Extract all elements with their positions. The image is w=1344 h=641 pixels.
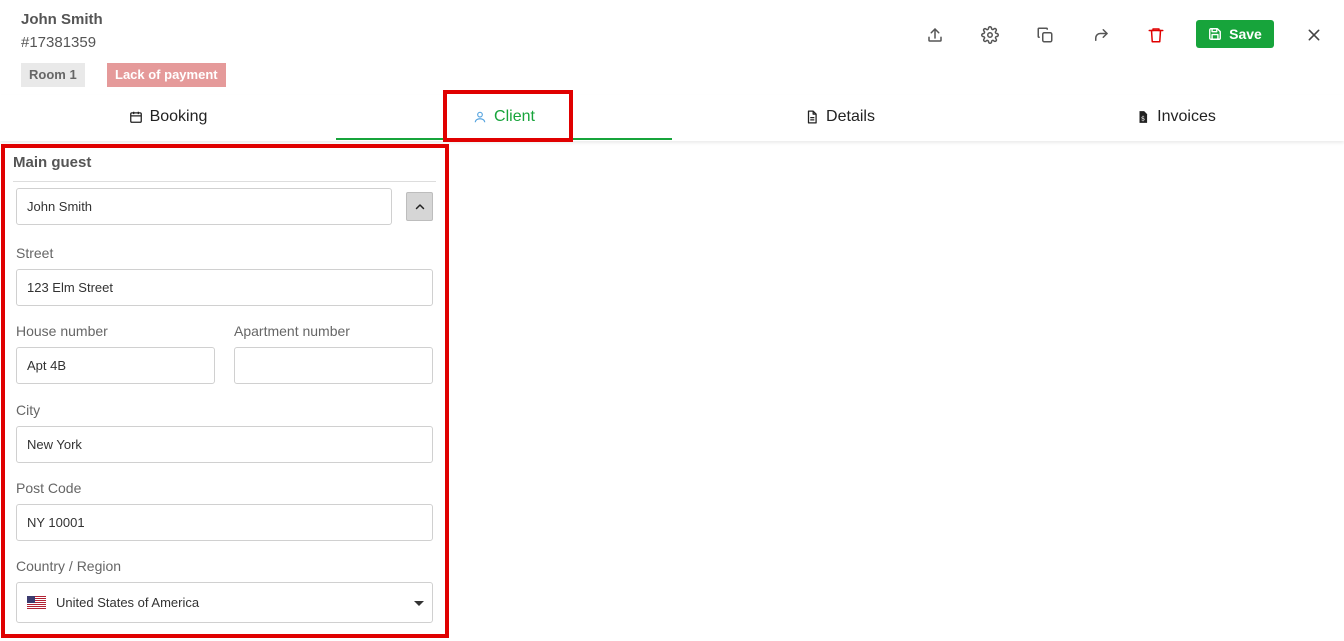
street-input[interactable]: 123 Elm Street (16, 269, 433, 306)
tab-client[interactable]: Client (336, 95, 672, 140)
house-number-label: House number (16, 323, 108, 339)
invoice-icon: $ (1139, 111, 1148, 123)
svg-text:$: $ (1141, 115, 1145, 123)
country-select[interactable]: United States of America (16, 582, 433, 623)
floppy-icon (1209, 28, 1222, 40)
booking-id: #17381359 (21, 34, 97, 51)
tab-details[interactable]: Details (672, 95, 1008, 139)
room-badge: Room 1 (21, 63, 85, 87)
house-number-input[interactable]: Apt 4B (16, 347, 215, 384)
chevron-up-icon (415, 203, 424, 209)
us-flag-icon (27, 596, 46, 609)
gear-icon[interactable] (979, 24, 1001, 46)
tab-invoices-label: Invoices (1157, 108, 1216, 125)
guest-select[interactable]: John Smith (16, 188, 392, 225)
tab-bar: Booking Client Details $ Invoices (0, 95, 1344, 141)
save-label: Save (1229, 26, 1262, 42)
copy-icon[interactable] (1034, 24, 1056, 46)
user-icon (474, 111, 486, 122)
trash-icon[interactable] (1145, 24, 1167, 46)
dropdown-arrow-icon (414, 601, 424, 606)
document-icon (807, 110, 817, 124)
apartment-number-input[interactable] (234, 347, 433, 384)
tab-booking-label: Booking (149, 108, 208, 125)
guest-name-title: John Smith (21, 11, 103, 28)
apartment-number-label: Apartment number (234, 323, 350, 339)
collapse-button[interactable] (406, 192, 433, 221)
section-divider (13, 181, 436, 182)
calendar-icon (129, 111, 142, 123)
city-input[interactable]: New York (16, 426, 433, 463)
tab-client-label: Client (494, 107, 535, 125)
post-code-input[interactable]: NY 10001 (16, 504, 433, 541)
city-label: City (16, 402, 41, 418)
country-value: United States of America (56, 595, 200, 610)
share-icon[interactable] (1090, 24, 1112, 46)
tab-booking[interactable]: Booking (0, 95, 336, 139)
post-code-label: Post Code (16, 480, 82, 496)
tab-details-label: Details (826, 108, 875, 125)
tab-invoices[interactable]: $ Invoices (1008, 95, 1344, 139)
save-button[interactable]: Save (1196, 20, 1274, 48)
section-title: Main guest (13, 154, 92, 171)
status-badge: Lack of payment (107, 63, 226, 87)
country-label: Country / Region (16, 558, 122, 574)
close-icon[interactable] (1303, 24, 1325, 46)
upload-icon[interactable] (924, 24, 946, 46)
street-label: Street (16, 245, 54, 261)
